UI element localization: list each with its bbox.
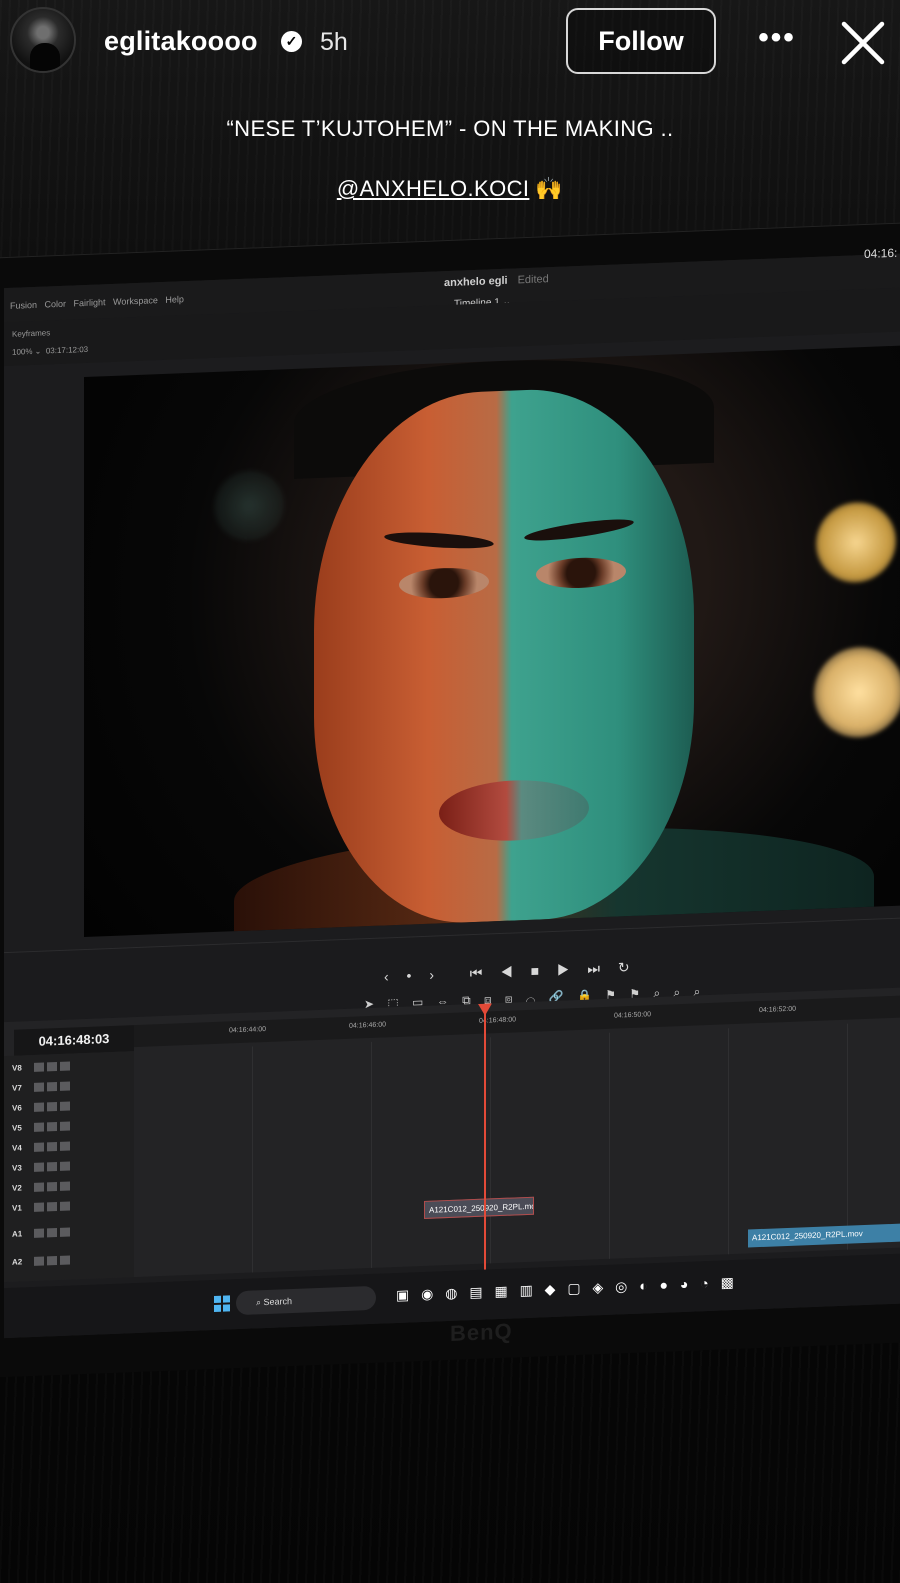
close-icon[interactable] — [838, 18, 888, 68]
username[interactable]: eglitakoooo — [104, 26, 258, 57]
avatar[interactable] — [10, 7, 76, 73]
windows-start-icon[interactable] — [214, 1295, 230, 1313]
mention-link[interactable]: @ANXHELO.KOCI — [337, 176, 530, 201]
taskbar-search[interactable]: ⌕ Search — [236, 1285, 376, 1316]
video-preview — [84, 343, 900, 938]
timeline-panel: 04:16:48:03 04:16:44:00 04:16:46:00 04:1… — [4, 985, 900, 1283]
bokeh-light — [816, 500, 896, 584]
bokeh-light — [214, 469, 284, 543]
ruler-tick: 04:16:44:00 — [229, 1026, 266, 1035]
monitor-brand: BenQ — [450, 1318, 513, 1346]
more-options-icon[interactable]: ••• — [752, 18, 802, 62]
raised-hands-icon: 🙌 — [535, 176, 564, 201]
bokeh-light — [814, 645, 900, 739]
post-time: 5h — [320, 28, 348, 56]
story-caption-line2: @ANXHELO.KOCI 🙌 — [0, 176, 900, 202]
transport-buttons[interactable]: ‹ • › ⏮ ◀ ■ ▶ ⏭ ↻ — [384, 959, 630, 985]
track-header[interactable]: A2 — [12, 1247, 134, 1274]
track-header[interactable]: A1 — [12, 1219, 134, 1246]
keyframes-label: Keyframes — [12, 328, 51, 339]
monitor-photo: Fusion Color Fairlight Workspace Help an… — [0, 221, 900, 1379]
taskbar-apps[interactable]: ▣ ◉ ◍ ▤ ▦ ▥ ◆ ▢ ◈ ◎ ◐ ● ◕ ◔ ▩ — [396, 1274, 734, 1304]
playhead[interactable] — [484, 1003, 486, 1274]
project-title: anxhelo egli Edited — [444, 273, 549, 290]
track-header[interactable]: V1 — [12, 1193, 134, 1220]
follow-button[interactable]: Follow — [566, 8, 716, 74]
story-header: eglitakoooo ✓ 5h Follow ••• — [0, 0, 900, 90]
viewer-info: 100% ⌄ 03:17:12:03 — [12, 344, 89, 357]
track-headers: V8 V7 V6 V5 V4 V3 V2 V1 A1 A2 — [4, 1051, 134, 1283]
taskbar-search-label: Search — [263, 1296, 293, 1308]
story-caption-line1: “NESE T’KUJTOHEM” - ON THE MAKING .. — [226, 116, 674, 141]
video-editor-screen: Fusion Color Fairlight Workspace Help an… — [4, 246, 900, 1339]
verified-badge-icon: ✓ — [281, 31, 302, 52]
ruler-tick: 04:16:46:00 — [349, 1021, 386, 1030]
menu-items: Fusion Color Fairlight Workspace Help — [10, 294, 184, 311]
ruler-tick: 04:16:52:00 — [759, 1005, 796, 1015]
top-timecode: 04:16: — [864, 245, 898, 262]
ruler-tick: 04:16:50:00 — [614, 1011, 651, 1020]
story-viewer: Fusion Color Fairlight Workspace Help an… — [0, 0, 900, 1583]
portrait-face — [314, 383, 694, 929]
